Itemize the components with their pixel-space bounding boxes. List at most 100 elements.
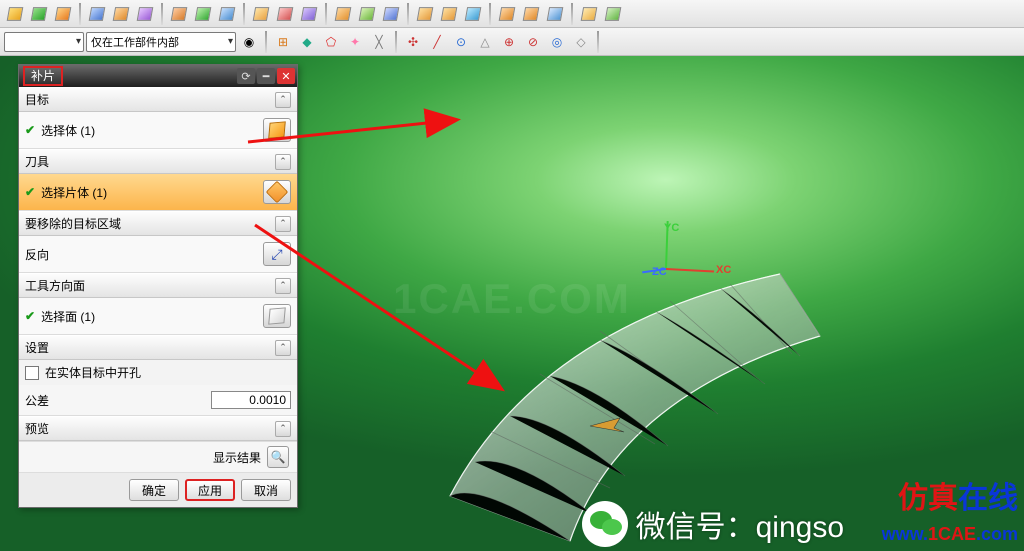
- toolbar-button[interactable]: [356, 3, 378, 25]
- row-select-body[interactable]: ✔ 选择体 (1): [19, 112, 297, 149]
- pick-face-button[interactable]: [263, 304, 291, 328]
- separator: [407, 3, 409, 25]
- snap-btn[interactable]: ✦: [344, 31, 366, 53]
- snap-btn[interactable]: △: [474, 31, 496, 53]
- wechat-icon: [582, 501, 628, 547]
- section-remove-label: 要移除的目标区域: [25, 215, 121, 232]
- snap-btn[interactable]: ⊙: [450, 31, 472, 53]
- toolbar-button[interactable]: [602, 3, 624, 25]
- patch-dialog: 补片 ⟳ ━ ✕ 目标 ✔ 选择体 (1) 刀具 ✔ 选择片体 (1) 要移除的…: [18, 64, 298, 508]
- show-result-label: 显示结果: [213, 449, 261, 466]
- brand-zh-a: 仿真: [898, 482, 958, 515]
- chevron-up-icon: [275, 216, 291, 232]
- section-tool[interactable]: 刀具: [19, 149, 297, 174]
- apply-button[interactable]: 应用: [185, 479, 235, 501]
- toolbar-button[interactable]: [298, 3, 320, 25]
- toolbar-button[interactable]: [274, 3, 296, 25]
- section-preview[interactable]: 预览: [19, 416, 297, 441]
- checkbox-label: 在实体目标中开孔: [45, 364, 141, 381]
- separator: [597, 31, 599, 53]
- section-remove-region[interactable]: 要移除的目标区域: [19, 211, 297, 236]
- toolbar-button[interactable]: [110, 3, 132, 25]
- pick-sheet-button[interactable]: [263, 180, 291, 204]
- snap-btn[interactable]: ╱: [426, 31, 448, 53]
- close-icon[interactable]: ✕: [277, 68, 295, 84]
- separator: [489, 3, 491, 25]
- reverse-direction-button[interactable]: [263, 242, 291, 266]
- toolbar-button[interactable]: [216, 3, 238, 25]
- toolbar-button[interactable]: [28, 3, 50, 25]
- brand-url-c: .com: [976, 524, 1018, 544]
- snap-btn[interactable]: ⊕: [498, 31, 520, 53]
- selection-toolbar: 仅在工作部件内部 ◉ ⊞ ◆ ⬠ ✦ ╳ ✣ ╱ ⊙ △ ⊕ ⊘ ◎ ◇: [0, 28, 1024, 56]
- toolbar-button[interactable]: [578, 3, 600, 25]
- brand-zh-b: 在线: [958, 482, 1018, 515]
- chevron-up-icon: [275, 421, 291, 437]
- ok-button[interactable]: 确定: [129, 479, 179, 501]
- row-select-sheet[interactable]: ✔ 选择片体 (1): [19, 174, 297, 211]
- section-tool-label: 刀具: [25, 153, 49, 170]
- snap-btn[interactable]: ⊘: [522, 31, 544, 53]
- section-settings[interactable]: 设置: [19, 335, 297, 360]
- toolbar-button[interactable]: [192, 3, 214, 25]
- brand-zh: 仿真在线: [898, 473, 1018, 517]
- toolbar-button[interactable]: [462, 3, 484, 25]
- toolbar-button[interactable]: [52, 3, 74, 25]
- separator: [325, 3, 327, 25]
- toolbar-button[interactable]: [168, 3, 190, 25]
- section-target-label: 目标: [25, 91, 49, 108]
- snap-btn[interactable]: ✣: [402, 31, 424, 53]
- chevron-up-icon: [275, 154, 291, 170]
- selection-scope-dropdown[interactable]: 仅在工作部件内部: [86, 32, 236, 52]
- wechat-prefix: 微信号：: [636, 511, 756, 544]
- select-sheet-label: 选择片体 (1): [41, 184, 107, 201]
- chevron-up-icon: [275, 278, 291, 294]
- toolbar-button[interactable]: [134, 3, 156, 25]
- snap-btn[interactable]: ◎: [546, 31, 568, 53]
- pick-body-button[interactable]: [263, 118, 291, 142]
- show-result-button[interactable]: [267, 446, 289, 468]
- selection-scope-label: 仅在工作部件内部: [91, 34, 179, 50]
- snap-point-btn[interactable]: ⊞: [272, 31, 294, 53]
- row-tolerance: 公差: [19, 385, 297, 416]
- row-checkbox-hole: 在实体目标中开孔: [19, 360, 297, 385]
- toolbar-button[interactable]: [520, 3, 542, 25]
- toolbar-button[interactable]: [496, 3, 518, 25]
- toolbar-button[interactable]: [544, 3, 566, 25]
- reverse-label: 反向: [25, 246, 49, 263]
- snap-btn[interactable]: ╳: [368, 31, 390, 53]
- toolbar-button[interactable]: [250, 3, 272, 25]
- select-body-label: 选择体 (1): [41, 122, 95, 139]
- dialog-titlebar[interactable]: 补片 ⟳ ━ ✕: [19, 65, 297, 87]
- snap-btn[interactable]: ◆: [296, 31, 318, 53]
- tolerance-input[interactable]: [211, 391, 291, 409]
- snap-btn[interactable]: ◇: [570, 31, 592, 53]
- section-tool-direction[interactable]: 工具方向面: [19, 273, 297, 298]
- chevron-up-icon: [275, 92, 291, 108]
- toolbar-button[interactable]: [438, 3, 460, 25]
- toolbar-button[interactable]: [4, 3, 26, 25]
- toolbar-button[interactable]: [414, 3, 436, 25]
- toolbar-button[interactable]: [86, 3, 108, 25]
- row-reverse: 反向: [19, 236, 297, 273]
- toolbar-button[interactable]: [332, 3, 354, 25]
- cancel-button[interactable]: 取消: [241, 479, 291, 501]
- brand-url-a: www.: [882, 524, 928, 544]
- tb-btn[interactable]: ◉: [238, 31, 260, 53]
- toolbar-button[interactable]: [380, 3, 402, 25]
- separator: [243, 3, 245, 25]
- snap-btn[interactable]: ⬠: [320, 31, 342, 53]
- minimize-icon[interactable]: ━: [257, 68, 275, 84]
- section-target[interactable]: 目标: [19, 87, 297, 112]
- row-show-result: 显示结果: [19, 441, 297, 473]
- pin-icon[interactable]: ⟳: [237, 68, 255, 84]
- tolerance-label: 公差: [25, 392, 49, 409]
- hole-in-solid-checkbox[interactable]: [25, 366, 39, 380]
- selection-type-dropdown[interactable]: [4, 32, 84, 52]
- separator: [571, 3, 573, 25]
- wechat-id: qingso: [756, 511, 844, 544]
- reverse-icon: [271, 246, 282, 263]
- face-icon: [268, 307, 286, 324]
- row-select-face[interactable]: ✔ 选择面 (1): [19, 298, 297, 335]
- separator: [79, 3, 81, 25]
